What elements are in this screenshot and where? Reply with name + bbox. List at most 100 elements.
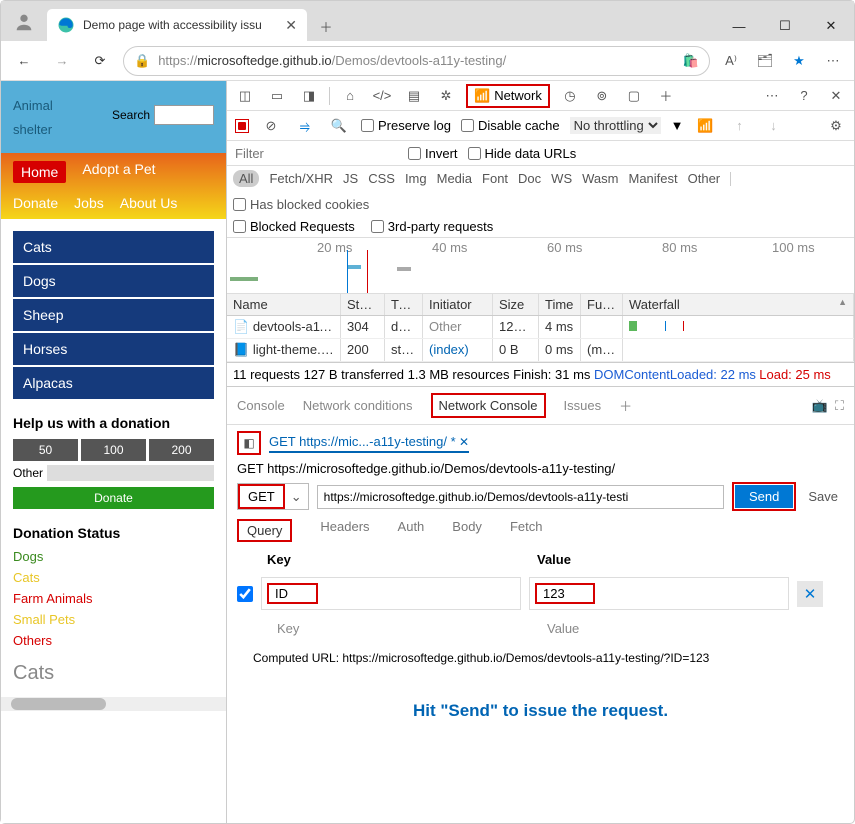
ds-others[interactable]: Others <box>13 633 214 648</box>
tab-body[interactable]: Body <box>452 519 482 542</box>
save-button[interactable]: Save <box>802 489 844 504</box>
browser-tab[interactable]: Demo page with accessibility issu ✕ <box>47 9 307 41</box>
device-icon[interactable]: ▭ <box>265 85 289 107</box>
search-net-icon[interactable]: 🔍 <box>327 115 351 137</box>
nc-request-tab[interactable]: GET https://mic...-a11y-testing/ * ✕ <box>269 434 469 453</box>
back-icon[interactable]: ← <box>9 46 39 76</box>
add-drawer-icon[interactable]: ＋ <box>619 396 632 415</box>
drawer-netcond[interactable]: Network conditions <box>303 398 413 413</box>
wifi-icon[interactable]: 📶 <box>694 115 718 137</box>
tab-headers[interactable]: Headers <box>320 519 369 542</box>
ds-dogs[interactable]: Dogs <box>13 549 214 564</box>
filter-other[interactable]: Other <box>688 171 721 186</box>
upload-icon[interactable]: ↑ <box>728 115 752 137</box>
donate-50[interactable]: 50 <box>13 439 78 461</box>
ds-farm[interactable]: Farm Animals <box>13 591 214 606</box>
sidebar-alpacas[interactable]: Alpacas <box>13 367 214 399</box>
filter-img[interactable]: Img <box>405 171 427 186</box>
nc-toggle-icon[interactable]: ◧ <box>237 431 261 455</box>
method-select[interactable]: GET⌄ <box>237 483 309 510</box>
nav-home[interactable]: Home <box>13 161 66 183</box>
search-input[interactable] <box>154 105 214 125</box>
shopping-icon[interactable]: 🛍️ <box>683 53 699 69</box>
drawer-netconsole[interactable]: Network Console <box>431 393 546 418</box>
filter-input[interactable] <box>233 144 398 162</box>
nc-url-input[interactable] <box>317 485 724 509</box>
filter-wasm[interactable]: Wasm <box>582 171 618 186</box>
maximize-icon[interactable]: ☐ <box>762 11 808 41</box>
filter-fetch[interactable]: Fetch/XHR <box>269 171 333 186</box>
filter-css[interactable]: CSS <box>368 171 395 186</box>
record-icon[interactable] <box>235 119 249 133</box>
performance-icon[interactable]: ◷ <box>558 85 582 107</box>
settings-icon[interactable]: ⋯ <box>760 85 784 107</box>
other-input[interactable] <box>47 465 214 481</box>
app-icon[interactable]: ▢ <box>622 85 646 107</box>
blocked-cookies-cb[interactable]: Has blocked cookies <box>233 197 369 212</box>
delete-param-icon[interactable]: ✕ <box>797 581 823 607</box>
more-icon[interactable]: ⋯ <box>820 48 846 74</box>
memory-icon[interactable]: ⊚ <box>590 85 614 107</box>
nav-adopt[interactable]: Adopt a Pet <box>82 161 155 183</box>
close-window-icon[interactable]: ✕ <box>808 11 854 41</box>
filter-font[interactable]: Font <box>482 171 508 186</box>
param-enabled[interactable] <box>237 586 253 602</box>
ds-small[interactable]: Small Pets <box>13 612 214 627</box>
clear-icon[interactable]: ⊘ <box>259 115 283 137</box>
close-devtools-icon[interactable]: ✕ <box>824 85 848 107</box>
param-value[interactable]: 123 <box>535 583 595 604</box>
drawer-console[interactable]: Console <box>237 398 285 413</box>
sources-icon[interactable]: ✲ <box>434 85 458 107</box>
h-scrollbar[interactable] <box>1 697 226 711</box>
help-icon[interactable]: ? <box>792 85 816 107</box>
new-tab-icon[interactable]: ＋ <box>311 11 341 41</box>
ds-cats[interactable]: Cats <box>13 570 214 585</box>
download-icon[interactable]: ↓ <box>762 115 786 137</box>
profile-icon[interactable] <box>5 3 43 41</box>
filter-js[interactable]: JS <box>343 171 358 186</box>
send-button[interactable]: Send <box>732 482 796 511</box>
console-icon[interactable]: ▤ <box>402 85 426 107</box>
refresh-icon[interactable]: ⟳ <box>85 46 115 76</box>
filter-icon[interactable]: ⥤ <box>293 115 317 137</box>
filter-media[interactable]: Media <box>437 171 472 186</box>
filter-manifest[interactable]: Manifest <box>628 171 677 186</box>
sidebar-dogs[interactable]: Dogs <box>13 265 214 297</box>
inspect-icon[interactable]: ◫ <box>233 85 257 107</box>
preserve-log[interactable]: Preserve log <box>361 118 451 133</box>
welcome-icon[interactable]: ⌂ <box>338 85 362 107</box>
read-aloud-icon[interactable]: A⁾ <box>718 48 744 74</box>
lock-icon[interactable]: 🔒 <box>134 53 150 69</box>
url-box[interactable]: 🔒 https://microsoftedge.github.io/Demos/… <box>123 46 710 76</box>
filter-doc[interactable]: Doc <box>518 171 541 186</box>
dock-icon[interactable]: ◨ <box>297 85 321 107</box>
table-row[interactable]: 📘 light-theme.css200style...(index)0 B0 … <box>227 339 854 362</box>
table-row[interactable]: 📄 devtools-a11y-testi...304doc...Other12… <box>227 316 854 339</box>
drawer-issues[interactable]: Issues <box>564 398 602 413</box>
collections-icon[interactable]: 🗂 <box>752 48 778 74</box>
timing-overview[interactable]: 20 ms 40 ms 60 ms 80 ms 100 ms <box>227 238 854 294</box>
donate-button[interactable]: Donate <box>13 487 214 509</box>
nav-jobs[interactable]: Jobs <box>74 195 104 211</box>
favorite-icon[interactable]: ★ <box>786 48 812 74</box>
elements-icon[interactable]: </> <box>370 85 394 107</box>
tab-fetch[interactable]: Fetch <box>510 519 543 542</box>
minimize-icon[interactable]: — <box>716 11 762 41</box>
sidebar-cats[interactable]: Cats <box>13 231 214 263</box>
disable-cache[interactable]: Disable cache <box>461 118 560 133</box>
donate-200[interactable]: 200 <box>149 439 214 461</box>
param-key[interactable]: ID <box>267 583 318 604</box>
donate-100[interactable]: 100 <box>81 439 146 461</box>
sidebar-sheep[interactable]: Sheep <box>13 299 214 331</box>
network-tab[interactable]: 📶Network <box>466 84 550 108</box>
sidebar-horses[interactable]: Horses <box>13 333 214 365</box>
nav-donate[interactable]: Donate <box>13 195 58 211</box>
tab-auth[interactable]: Auth <box>398 519 425 542</box>
settings-gear-icon[interactable]: ⚙ <box>824 115 848 137</box>
hide-urls-cb[interactable]: Hide data URLs <box>468 146 577 161</box>
blocked-req-cb[interactable]: Blocked Requests <box>233 219 355 234</box>
invert-cb[interactable]: Invert <box>408 146 458 161</box>
add-tab-icon[interactable]: ＋ <box>654 85 678 107</box>
throttle-select[interactable]: No throttling <box>570 117 661 134</box>
close-tab-icon[interactable]: ✕ <box>285 17 297 34</box>
